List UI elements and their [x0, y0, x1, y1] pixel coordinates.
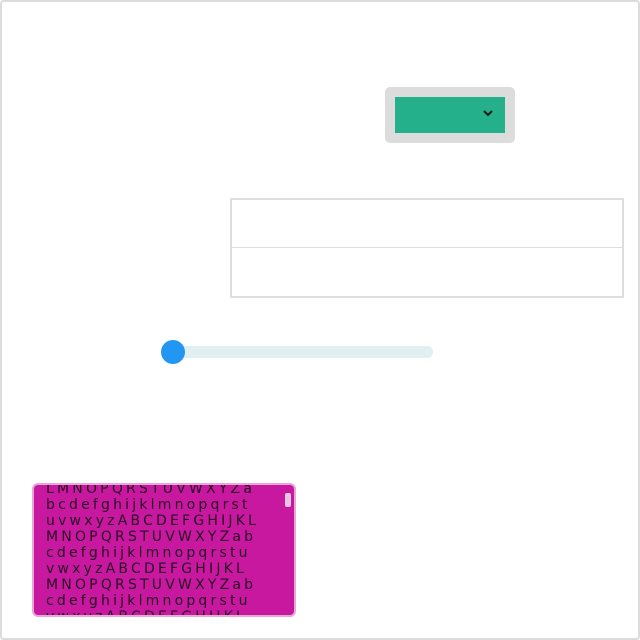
text-line: vwxyzABCDEFGHIJKL	[46, 561, 248, 577]
text-box-scrollbar[interactable]	[285, 493, 291, 507]
text-line: MNOPQRSTUVWXYZab	[46, 577, 257, 593]
text-line: bcdefghijklmnopqrst	[46, 497, 251, 513]
input-row-first	[232, 200, 622, 248]
scrollable-text-box[interactable]: LMNOPQRSTUVWXYZa bcdefghijklmnopqrst uvw…	[32, 483, 296, 617]
second-input[interactable]	[232, 248, 622, 296]
text-line: cdefghijklmnopqrstu	[46, 593, 251, 609]
text-line: MNOPQRSTUVWXYZab	[46, 529, 257, 545]
text-line: vwxyzABCDEFGHIJKL	[46, 609, 248, 617]
page-frame: LMNOPQRSTUVWXYZa bcdefghijklmnopqrst uvw…	[0, 0, 640, 640]
dropdown-container	[385, 87, 515, 143]
text-line: cdefghijklmnopqrstu	[46, 545, 251, 561]
slider-thumb[interactable]	[161, 340, 185, 364]
chevron-down-icon	[483, 110, 493, 117]
input-row-second	[232, 248, 622, 296]
first-input[interactable]	[232, 200, 622, 247]
text-line: LMNOPQRSTUVWXYZa	[46, 483, 256, 497]
text-line: uvwxyzABCDEFGHIJKL	[46, 513, 260, 529]
slider-track[interactable]	[173, 346, 433, 358]
dropdown-select[interactable]	[395, 97, 505, 133]
input-panel	[230, 198, 624, 298]
text-box-content: LMNOPQRSTUVWXYZa bcdefghijklmnopqrst uvw…	[46, 483, 278, 617]
